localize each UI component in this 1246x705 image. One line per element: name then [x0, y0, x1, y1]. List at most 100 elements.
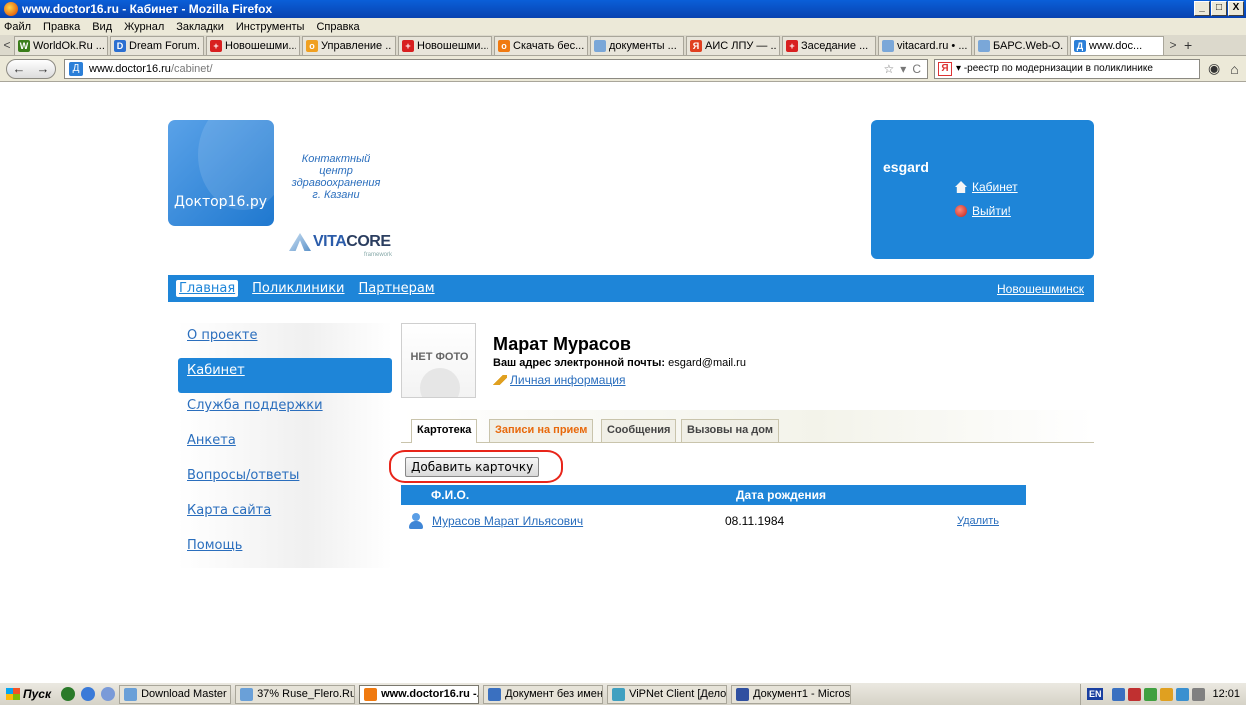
tray-update-icon[interactable]: [1160, 687, 1174, 701]
url-path: /cabinet/: [170, 62, 213, 75]
cards-table-header: Ф.И.О. Дата рождения: [401, 485, 1026, 505]
highlight-annotation: [389, 450, 563, 483]
site-favicon-icon: Д: [69, 61, 83, 76]
browser-tab[interactable]: W WorldOk.Ru ...: [14, 35, 108, 55]
delete-card-link[interactable]: Удалить: [957, 515, 999, 527]
sidebar-item-cabinet[interactable]: Кабинет: [178, 358, 392, 393]
sidebar-item-faq[interactable]: Вопросы/ответы: [178, 463, 392, 498]
table-row: Мурасов Марат Ильясович 08.11.1984 Удали…: [401, 512, 1026, 532]
reload-icon[interactable]: C: [912, 62, 921, 76]
home-icon[interactable]: ⌂: [1230, 61, 1238, 77]
browser-tab[interactable]: Я АИС ЛПУ — ...: [686, 35, 780, 55]
taskbar-button[interactable]: Документ без имен...: [483, 684, 604, 704]
tab-card-index[interactable]: Картотека: [411, 419, 478, 443]
language-indicator[interactable]: EN: [1086, 688, 1104, 700]
tray-sync-icon[interactable]: [1176, 687, 1190, 701]
back-arrow-icon[interactable]: ←: [13, 61, 26, 76]
desktop-quick-icon[interactable]: [101, 687, 116, 701]
menu-file[interactable]: Файл: [4, 21, 31, 33]
sidebar-item-survey[interactable]: Анкета: [178, 428, 392, 463]
yandex-icon[interactable]: Я: [938, 61, 952, 76]
tab-home-visits[interactable]: Вызовы на дом: [681, 419, 779, 442]
maximize-button[interactable]: □: [1211, 1, 1227, 16]
new-tab-icon[interactable]: +: [1184, 37, 1192, 53]
search-bar[interactable]: Я ▾ -реестр по модернизации в поликлиник…: [934, 58, 1200, 79]
tab-favicon-icon: [594, 39, 606, 52]
browser-tab[interactable]: D Dream Forum...: [110, 35, 204, 55]
menu-history[interactable]: Журнал: [124, 21, 164, 33]
sidebar-item-help[interactable]: Помощь: [178, 533, 392, 568]
profile-name: Марат Мурасов: [493, 334, 631, 354]
tray-security-icon[interactable]: [1144, 687, 1158, 701]
tab-messages[interactable]: Сообщения: [601, 419, 677, 442]
menu-bookmarks[interactable]: Закладки: [176, 21, 224, 33]
taskbar-button[interactable]: 37% Ruse_Flero.Ru.iso: [235, 684, 356, 704]
quick-launch-icon[interactable]: [61, 687, 76, 701]
sidebar-item-about[interactable]: О проекте: [178, 323, 392, 358]
nav-home[interactable]: Главная: [176, 280, 239, 297]
browser-tabs: W WorldOk.Ru ... D Dream Forum... + Новошешми…: [14, 35, 1166, 55]
logout-link[interactable]: Выйти!: [955, 204, 1011, 218]
bookmark-star-icon[interactable]: ☆: [884, 62, 895, 76]
menu-view[interactable]: Вид: [92, 21, 112, 33]
start-button[interactable]: Пуск: [0, 684, 57, 705]
tab-favicon-icon: D: [114, 39, 126, 52]
tab-favicon-icon: Д: [1074, 39, 1086, 52]
address-bar[interactable]: Д www.doctor16.ru/cabinet/ ☆ ▾ C: [64, 58, 928, 79]
sidebar-item-sitemap[interactable]: Карта сайта: [178, 498, 392, 533]
site-logo[interactable]: Доктор16.ру: [168, 120, 274, 226]
tray-app-icon[interactable]: [1128, 687, 1142, 701]
vitacore-logo-icon: [289, 233, 311, 251]
close-button[interactable]: X: [1228, 1, 1244, 16]
tabs-scroll-right-icon[interactable]: >: [1166, 38, 1180, 52]
menu-edit[interactable]: Правка: [43, 21, 80, 33]
clock[interactable]: 12:01: [1212, 688, 1240, 700]
taskbar-button[interactable]: Download Master: [119, 684, 232, 704]
tabs-scroll-left-icon[interactable]: <: [0, 38, 14, 52]
window-title: www.doctor16.ru - Кабинет - Mozilla Fire…: [22, 2, 273, 16]
email-value: esgard@mail.ru: [668, 357, 746, 369]
browser-tab[interactable]: + Заседание ...: [782, 35, 876, 55]
menu-tools[interactable]: Инструменты: [236, 21, 305, 33]
nav-partners[interactable]: Партнерам: [359, 281, 435, 296]
addon-icon[interactable]: ◉: [1208, 60, 1220, 77]
tab-favicon-icon: Я: [690, 39, 702, 52]
taskbar-button-label: Документ без имен...: [505, 688, 604, 700]
forward-arrow-icon[interactable]: →: [37, 61, 50, 76]
menu-help[interactable]: Справка: [316, 21, 359, 33]
browser-tab[interactable]: o Управление ...: [302, 35, 396, 55]
browser-tab[interactable]: документы ...: [590, 35, 684, 55]
browser-tab[interactable]: vitacard.ru • ...: [878, 35, 972, 55]
browser-tab[interactable]: БАРС.Web-O...: [974, 35, 1068, 55]
taskbar-app-icon: [124, 687, 138, 701]
city-link[interactable]: Новошешминск: [997, 282, 1084, 296]
browser-tab[interactable]: Дwww.doc...: [1070, 35, 1164, 55]
taskbar-button[interactable]: ViPNet Client [Делов...: [607, 684, 728, 704]
toolbar-extras: ◉ ⌂: [1208, 60, 1239, 77]
sidebar-item-support[interactable]: Служба поддержки: [178, 393, 392, 428]
taskbar-button[interactable]: Документ1 - Microso...: [731, 684, 852, 704]
url-domain: www.doctor16.ru: [89, 62, 171, 75]
cabinet-link[interactable]: Кабинет: [955, 180, 1018, 194]
logout-icon: [955, 205, 967, 217]
tab-appointments[interactable]: Записи на прием: [489, 419, 594, 442]
minimize-button[interactable]: _: [1194, 1, 1210, 16]
card-fio-link[interactable]: Мурасов Марат Ильясович: [432, 514, 583, 528]
browser-quick-icon[interactable]: [81, 687, 96, 701]
browser-tab-bar: < W WorldOk.Ru ... D Dream Forum... + Новошеш…: [0, 35, 1246, 56]
taskbar-button-label: Download Master: [141, 688, 227, 700]
browser-tab[interactable]: + Новошешми...: [398, 35, 492, 55]
browser-tab[interactable]: + Новошешми...: [206, 35, 300, 55]
taskbar-button[interactable]: www.doctor16.ru -...: [359, 684, 480, 704]
volume-icon[interactable]: [1192, 687, 1206, 701]
search-input[interactable]: -реестр по модернизации в поликлинике: [964, 63, 1153, 74]
search-engine-dropdown-icon[interactable]: ▾: [956, 63, 964, 74]
tab-favicon-icon: +: [402, 39, 414, 52]
nav-clinics[interactable]: Поликлиники: [252, 281, 344, 296]
dropdown-arrow-icon[interactable]: ▾: [900, 62, 906, 76]
tab-label: Скачать бес...: [513, 39, 584, 52]
browser-tab[interactable]: o Скачать бес...: [494, 35, 588, 55]
personal-info-link[interactable]: Личная информация: [493, 373, 626, 387]
tray-network-icon[interactable]: [1112, 687, 1126, 701]
tab-favicon-icon: +: [210, 39, 222, 52]
